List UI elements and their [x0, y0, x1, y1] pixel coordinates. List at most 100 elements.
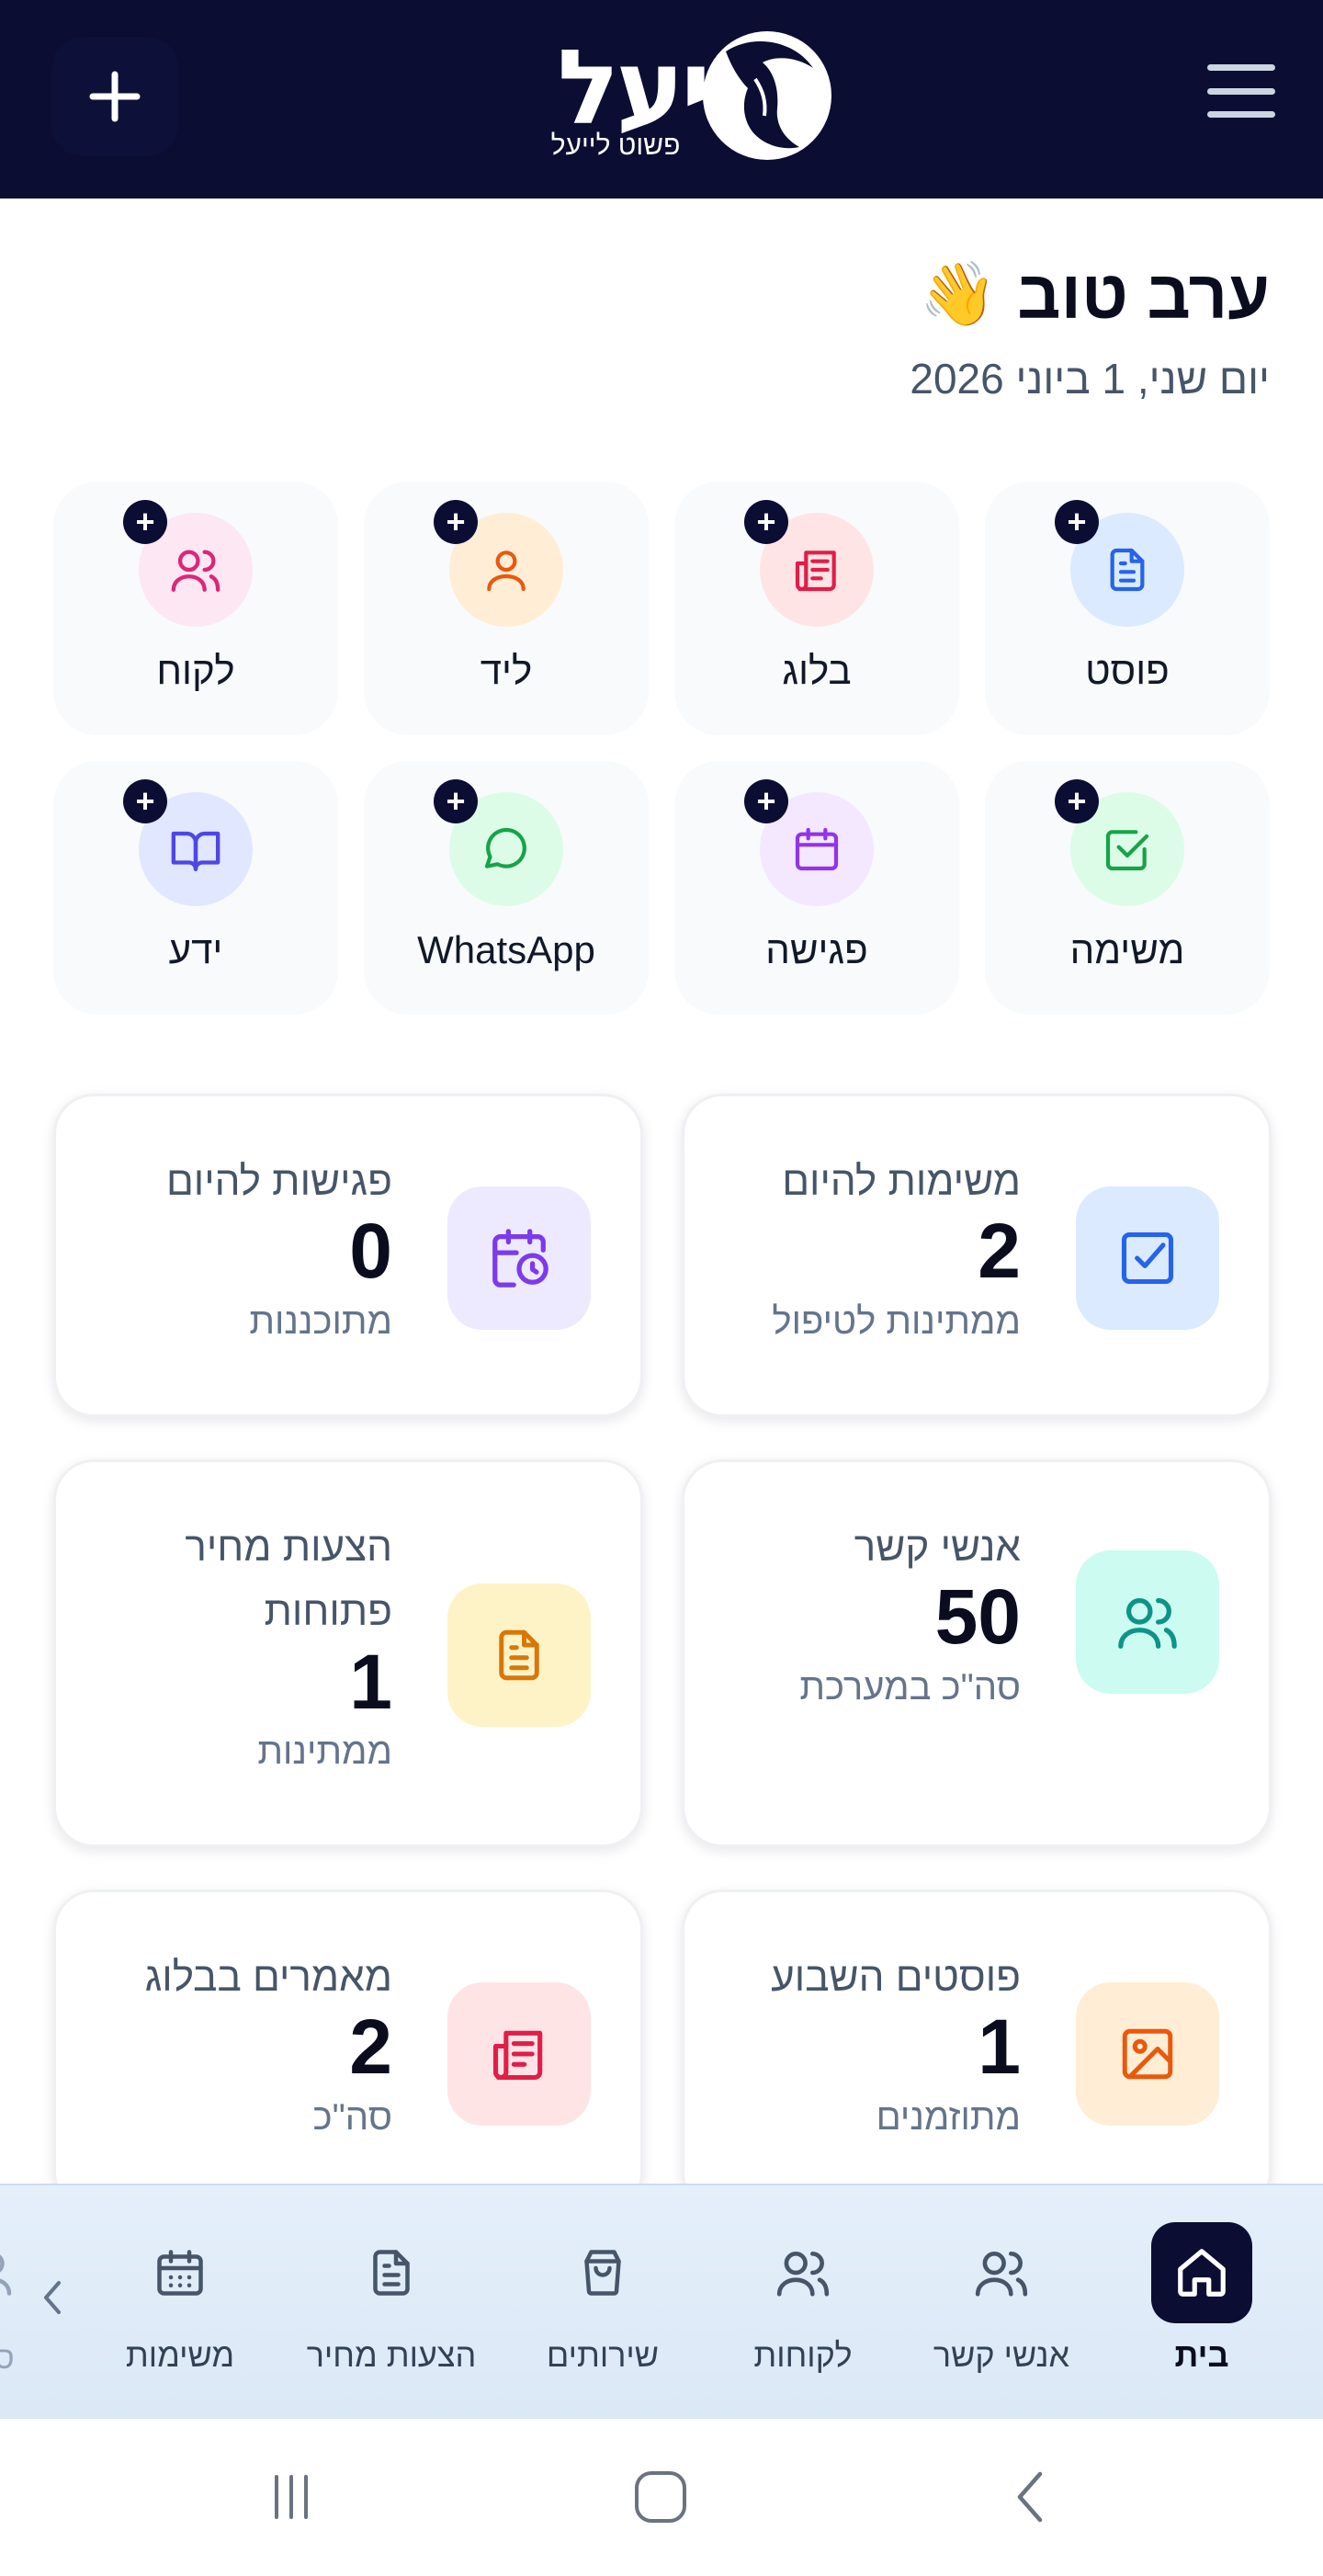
menu-button[interactable] — [1202, 59, 1281, 123]
greeting-title: ערב טוב 👋 — [910, 257, 1270, 333]
quick-action-label: בלוג — [782, 649, 852, 692]
stat-card-open-quotes[interactable]: הצעות מחיר פתוחות 1 ממתינות — [53, 1459, 643, 1847]
nav-item-services[interactable]: שירותים — [502, 2222, 704, 2397]
nav-item-quotes[interactable]: הצעות מחיר — [290, 2222, 492, 2397]
calendar-clock-icon — [492, 1229, 548, 1288]
newspaper-icon — [795, 550, 836, 592]
chat-bubble-icon — [484, 827, 526, 868]
stat-value: 1 — [978, 2003, 1021, 2091]
quick-action-label: פוסט — [1085, 649, 1170, 692]
stat-subtitle: ממתינות לטיפול — [772, 1300, 1021, 1342]
stat-subtitle: סה"כ במערכת — [799, 1666, 1021, 1708]
logo-text: יעל — [557, 28, 711, 148]
add-button[interactable] — [51, 37, 178, 156]
quick-action-blog[interactable]: + בלוג — [674, 482, 959, 735]
quick-action-plus-badge: + — [434, 500, 478, 544]
quick-action-label: לקוח — [156, 649, 235, 692]
check-square-icon — [1121, 1231, 1174, 1285]
newspaper-icon — [492, 2030, 543, 2081]
nav-icon-wrap — [130, 2222, 231, 2323]
system-nav-bar — [0, 2419, 1323, 2576]
quick-action-label: משימה — [1069, 928, 1185, 971]
stat-text: פגישות להיום 0 מתוכננות — [84, 1150, 392, 1347]
stat-text: משימות להיום 2 ממתינות לטיפול — [712, 1150, 1021, 1347]
chevron-left-icon[interactable] — [37, 2270, 70, 2325]
stat-value: 2 — [349, 2003, 392, 2091]
menu-line — [1207, 111, 1275, 118]
quick-action-plus-badge: + — [744, 500, 788, 544]
greeting-date: יום שני, 1 ביוני 2026 — [910, 355, 1270, 403]
stat-icon-box — [1076, 1550, 1219, 1694]
stat-card-meetings-today[interactable]: פגישות להיום 0 מתוכננות — [53, 1094, 643, 1417]
users-icon — [171, 550, 220, 592]
stat-subtitle: מתוזמנים — [876, 2096, 1021, 2138]
stat-text: פוסטים השבוע 1 מתוזמנים — [712, 1946, 1021, 2143]
nav-label: משימות — [125, 2336, 235, 2374]
quick-action-knowledge[interactable]: + ידע — [53, 761, 338, 1015]
stat-text: אנשי קשר 50 סה"כ במערכת — [712, 1515, 1021, 1713]
quick-action-label: פגישה — [765, 928, 868, 971]
recents-icon — [275, 2475, 308, 2519]
quick-action-meeting[interactable]: + פגישה — [674, 761, 959, 1015]
stat-card-contacts[interactable]: אנשי קשר 50 סה"כ במערכת — [682, 1459, 1272, 1847]
stat-card-blog-articles[interactable]: מאמרים בבלוג 2 סה"כ — [53, 1889, 643, 2213]
logo-tagline: פשוט לייעל — [550, 131, 681, 161]
app-logo[interactable]: יעל פשוט לייעל — [487, 24, 836, 171]
menu-line — [1207, 87, 1275, 95]
stat-title: מאמרים בבלוג — [144, 1955, 392, 2000]
stat-icon-box — [447, 1186, 591, 1330]
stat-card-tasks-today[interactable]: משימות להיום 2 ממתינות לטיפול — [682, 1094, 1272, 1417]
quick-action-whatsapp[interactable]: + WhatsApp — [364, 761, 649, 1015]
home-icon — [1178, 2249, 1226, 2297]
nav-icon-wrap — [1151, 2222, 1252, 2323]
stat-value: 0 — [349, 1208, 392, 1295]
quick-action-post[interactable]: + פוסט — [985, 482, 1270, 735]
users-icon — [975, 2252, 1028, 2297]
recents-button[interactable] — [259, 2465, 323, 2529]
document-icon — [373, 2250, 410, 2296]
stat-card-posts-week[interactable]: פוסטים השבוע 1 מתוזמנים — [682, 1889, 1272, 2213]
quick-action-plus-badge: + — [123, 779, 167, 823]
stat-icon-box — [447, 1982, 591, 2126]
nav-label: בית — [1174, 2336, 1229, 2374]
document-icon — [1110, 548, 1145, 592]
quick-action-plus-badge: + — [1055, 779, 1099, 823]
stat-text: מאמרים בבלוג 2 סה"כ — [84, 1946, 392, 2143]
nav-label: אנשי קשר — [933, 2336, 1070, 2374]
quick-action-label: ידע — [168, 928, 223, 971]
users-icon — [776, 2252, 830, 2297]
stat-value: 2 — [978, 1208, 1021, 1295]
quick-action-plus-badge: + — [1055, 500, 1099, 544]
stat-icon-box — [1076, 1982, 1219, 2126]
quick-action-customer[interactable]: + לקוח — [53, 482, 338, 735]
nav-label: שירותים — [546, 2336, 660, 2374]
quick-action-plus-badge: + — [123, 500, 167, 544]
nav-item-clipped[interactable]: סו — [0, 2222, 37, 2397]
calendar-icon — [157, 2250, 203, 2296]
quick-action-plus-badge: + — [744, 779, 788, 823]
nav-label: סו — [0, 2341, 37, 2377]
stat-subtitle: מתוכננות — [249, 1300, 392, 1342]
stat-title: פגישות להיום — [165, 1159, 392, 1204]
users-icon — [0, 2254, 12, 2296]
stat-title: הצעות מחיר פתוחות — [185, 1525, 392, 1635]
nav-item-contacts[interactable]: אנשי קשר — [900, 2222, 1102, 2397]
back-system-button[interactable] — [1000, 2465, 1064, 2529]
home-outline-icon — [635, 2471, 686, 2523]
quick-action-task[interactable]: + משימה — [985, 761, 1270, 1015]
nav-item-tasks[interactable]: משימות — [79, 2222, 281, 2397]
quick-action-lead[interactable]: + ליד — [364, 482, 649, 735]
nav-item-home[interactable]: בית — [1101, 2222, 1303, 2397]
nav-icon-wrap — [752, 2222, 854, 2323]
home-system-button[interactable] — [628, 2465, 693, 2529]
stat-icon-box — [447, 1583, 591, 1727]
greeting: ערב טוב 👋 יום שני, 1 ביוני 2026 — [910, 257, 1270, 403]
book-icon — [171, 831, 220, 871]
shopping-bag-icon — [584, 2250, 621, 2296]
nav-item-customers[interactable]: לקוחות — [702, 2222, 904, 2397]
stat-title: אנשי קשר — [854, 1525, 1021, 1570]
quick-action-plus-badge: + — [434, 779, 478, 823]
user-icon — [487, 550, 526, 592]
nav-icon-wrap — [951, 2222, 1052, 2323]
menu-line — [1207, 64, 1275, 71]
